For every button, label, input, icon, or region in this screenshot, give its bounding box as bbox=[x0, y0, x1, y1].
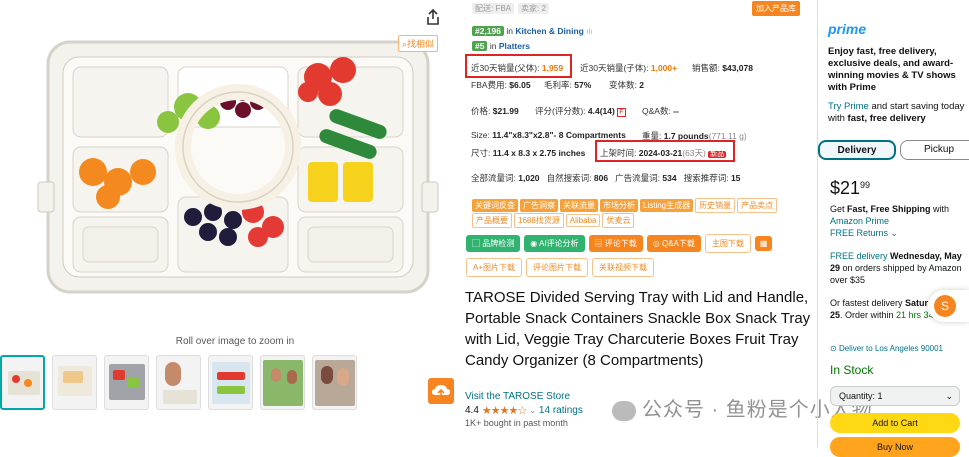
plugin-logo-icon: S bbox=[934, 295, 956, 317]
tool-tags-row2: 产品概要 1688找货源 Alibaba 优麦云 bbox=[472, 210, 636, 228]
store-link[interactable]: Visit the TAROSE Store bbox=[465, 391, 570, 402]
free-shipping: Get Fast, Free Shipping with Amazon Prime… bbox=[830, 204, 950, 238]
seller-tag: 卖家: 2 bbox=[518, 3, 549, 14]
zoom-hint: Roll over image to zoom in bbox=[175, 336, 295, 347]
share-icon[interactable] bbox=[424, 8, 442, 26]
rating-row: 4.4 ★★★★☆ ⌄ 14 ratings bbox=[465, 404, 583, 417]
thumbnail[interactable] bbox=[52, 355, 97, 410]
fba-fee: FBA费用: $6.05 bbox=[471, 80, 531, 90]
qa-download-button[interactable]: ◎ Q&A下载 bbox=[646, 235, 701, 252]
tool-tag[interactable]: 产品概要 bbox=[472, 213, 512, 228]
ext-size: Size: 11.4"x8.3"x2.8"- 8 Compartments bbox=[471, 130, 626, 140]
tool-tag[interactable]: Alibaba bbox=[565, 214, 601, 227]
wechat-icon bbox=[612, 400, 636, 421]
thumbnail-strip bbox=[0, 355, 357, 410]
thumbnail[interactable] bbox=[208, 355, 253, 410]
ext-listed-date: 上架时间: 2024-03-21(63天) 新品 bbox=[600, 148, 727, 158]
sales-parent: 近30天销量(父体): 1,959 bbox=[471, 63, 564, 73]
try-prime-link[interactable]: Try Prime bbox=[828, 101, 869, 112]
thumbnail[interactable] bbox=[0, 355, 45, 410]
seller-tag: 配送: FBA bbox=[472, 3, 515, 14]
divider bbox=[817, 0, 818, 448]
tool-buttons-row1: ▢ 品牌检测 ◉ AI评论分析 ▤ 评论下载 ◎ Q&A下载 主图下载 ▦ bbox=[466, 233, 776, 253]
ext-price: 价格: $21.99 bbox=[471, 106, 519, 116]
free-delivery-link[interactable]: FREE delivery bbox=[830, 251, 890, 261]
ext-dims: 尺寸: 11.4 x 8.3 x 2.75 inches bbox=[471, 148, 586, 158]
tool-tag[interactable]: 1688找货源 bbox=[514, 213, 564, 228]
prime-logo: prime bbox=[828, 21, 867, 37]
seller-info-row: 配送: FBA 卖家: 2 bbox=[472, 3, 553, 14]
deliver-to-location[interactable]: ⊙ Deliver to Los Angeles 90001 bbox=[830, 344, 943, 353]
amazon-prime-link[interactable]: Amazon Prime bbox=[830, 216, 889, 226]
ext-rating: 评分(评分数): 4.4(14) F bbox=[535, 106, 626, 117]
prime-promo: Enjoy fast, free delivery, exclusive dea… bbox=[828, 46, 956, 93]
price: $2199 bbox=[830, 178, 871, 198]
aplus-download-button[interactable]: A+图片下载 bbox=[466, 258, 523, 277]
tool-tag[interactable]: 历史销量 bbox=[695, 198, 736, 213]
tool-buttons-row2: A+图片下载 评论图片下载 关联视频下载 bbox=[466, 257, 658, 277]
prime-trial: Try Prime and start saving today with fa… bbox=[828, 101, 965, 124]
review-download-button[interactable]: ▤ 评论下载 bbox=[588, 235, 643, 252]
tab-pickup[interactable]: Pickup bbox=[900, 140, 969, 160]
tool-tag[interactable]: Listing生成器 bbox=[640, 199, 694, 212]
thumbnail[interactable] bbox=[156, 355, 201, 410]
margin: 毛利率: 57% bbox=[544, 80, 592, 90]
ext-qa: Q&A数: -- bbox=[642, 106, 679, 116]
bought-count: 1K+ bought in past month bbox=[465, 418, 568, 428]
tool-tag[interactable]: 优麦云 bbox=[602, 213, 635, 228]
variants: 变体数: 2 bbox=[609, 80, 644, 90]
thumbnail[interactable] bbox=[104, 355, 149, 410]
ai-review-button[interactable]: ◉ AI评论分析 bbox=[524, 235, 585, 252]
find-similar-button[interactable]: ⌕找相似 bbox=[398, 35, 439, 52]
fulfillment-tabs: Delivery Pickup bbox=[818, 140, 969, 160]
rank-category-link[interactable]: Kitchen & Dining bbox=[515, 26, 583, 36]
add-to-library-button[interactable]: 加入产品库 bbox=[752, 1, 800, 16]
rank-category-link[interactable]: Platters bbox=[499, 41, 530, 51]
delivery-info: FREE delivery Wednesday, May 29 on order… bbox=[830, 251, 962, 285]
brand-check-button[interactable]: ▢ 品牌检测 bbox=[466, 235, 521, 252]
calculator-icon[interactable]: ▦ bbox=[754, 236, 773, 251]
review-image-download-button[interactable]: 评论图片下载 bbox=[526, 258, 589, 277]
rating-value: 4.4 bbox=[465, 405, 479, 416]
main-image-download-button[interactable]: 主图下载 bbox=[704, 234, 751, 253]
ratings-count-link[interactable]: 14 ratings bbox=[539, 405, 583, 416]
ext-traffic: 全部流量词: 1,020 自然搜索词: 806 广告流量词: 534 搜索推荐词… bbox=[471, 173, 741, 183]
buy-now-button[interactable]: Buy Now bbox=[830, 437, 960, 457]
video-download-button[interactable]: 关联视频下载 bbox=[592, 258, 655, 277]
quantity-select[interactable]: Quantity: 1 ⌄ bbox=[830, 386, 960, 406]
rank-platters: #5 in Platters bbox=[472, 41, 530, 51]
free-returns-link[interactable]: FREE Returns ⌄ bbox=[830, 228, 898, 238]
stock-status: In Stock bbox=[830, 363, 874, 377]
thumbnail[interactable] bbox=[260, 355, 305, 410]
main-product-image[interactable] bbox=[18, 22, 450, 322]
sales-child: 近30天销量(子体): 1,000+ bbox=[580, 63, 678, 73]
svg-text:S: S bbox=[941, 299, 949, 313]
floating-plugin-button[interactable]: S bbox=[928, 290, 969, 322]
thumbnail[interactable] bbox=[312, 355, 357, 410]
revenue: 销售额: $43,078 bbox=[692, 63, 753, 73]
tool-tag[interactable]: 产品卖点 bbox=[737, 198, 778, 213]
rank-kitchen: #2,196 in Kitchen & Dining ılı bbox=[472, 26, 593, 36]
upload-icon[interactable] bbox=[428, 378, 454, 404]
product-title: TAROSE Divided Serving Tray with Lid and… bbox=[465, 289, 811, 369]
star-icons[interactable]: ★★★★☆ bbox=[482, 404, 527, 417]
tab-delivery[interactable]: Delivery bbox=[818, 140, 896, 160]
add-to-cart-button[interactable]: Add to Cart bbox=[830, 413, 960, 433]
